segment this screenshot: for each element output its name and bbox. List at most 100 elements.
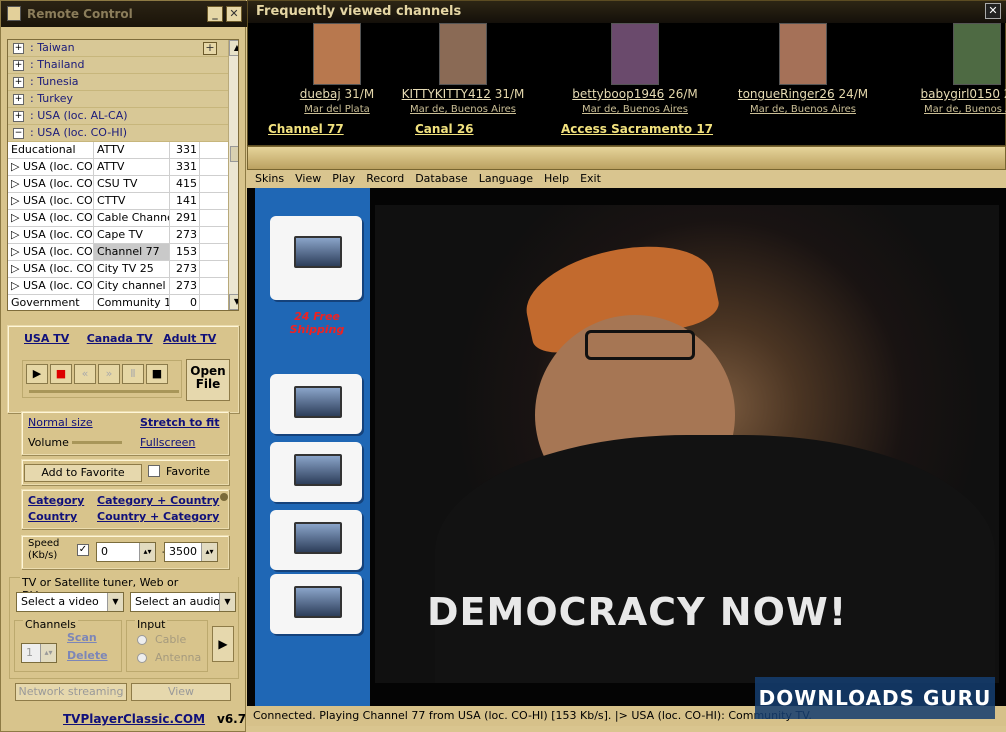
tree-node[interactable]: +: Tunesia [8,74,228,91]
category-link[interactable]: Category [28,494,84,507]
tree-node[interactable]: +: Turkey [8,91,228,108]
cable-radio[interactable] [137,635,147,645]
network-streaming-button[interactable]: Network streaming [15,683,127,701]
usa-tv-link[interactable]: USA TV [24,332,69,345]
channel-tree[interactable]: +: Taiwan +: Thailand +: Tunesia +: Turkey +… [7,39,239,311]
pause-icon[interactable]: Ⅱ [122,364,144,384]
tree-node[interactable]: +: USA (loc. AL-CA) [8,108,228,125]
channel-row[interactable]: Educational ATTV 331 [8,142,228,159]
view-button[interactable]: View [131,683,231,701]
video-frame[interactable]: DEMOCRACY NOW! [375,205,999,683]
menu-help[interactable]: Help [544,170,569,188]
play-icon[interactable]: ▶ [26,364,48,384]
category-country-link[interactable]: Category + Country [97,494,219,507]
user-photo[interactable] [313,23,361,85]
menu-language[interactable]: Language [479,170,533,188]
stretch-link[interactable]: Stretch to fit [140,416,220,429]
select-audio-dropdown[interactable]: Select an audio ▼ [130,592,236,612]
user-name-link[interactable]: tongueRinger26 [738,87,835,101]
menu-play[interactable]: Play [332,170,355,188]
channel-link-canal-26[interactable]: Canal 26 [415,122,474,136]
country-category-link[interactable]: Country + Category [97,510,219,523]
volume-slider[interactable] [72,441,122,444]
channel-row[interactable]: ▷ USA (loc. CO-HI)CTTV141 [8,193,228,210]
user-location[interactable]: Mar de, Buenos Aires [728,104,878,115]
country-link[interactable]: Country [28,510,77,523]
site-link[interactable]: TVPlayerClassic.COM [63,712,205,726]
tuner-play-icon[interactable]: ▶ [212,626,234,662]
menu-exit[interactable]: Exit [580,170,601,188]
expand-icon[interactable]: + [13,94,24,105]
scroll-up-icon[interactable]: ▲ [229,40,238,56]
close-button[interactable]: ✕ [226,6,242,22]
channel-row[interactable]: ▷ USA (loc. CO-HI)Cape TV273 [8,227,228,244]
ad-item[interactable] [270,442,362,502]
normal-size-link[interactable]: Normal size [28,416,93,429]
antenna-radio[interactable] [137,653,147,663]
channel-row[interactable]: ▷ USA (loc. CO-HI)CSU TV415 [8,176,228,193]
minimize-button[interactable]: _ [207,6,223,22]
channel-number-input[interactable]: 1 ▴▾ [21,643,57,663]
close-icon[interactable]: ✕ [985,3,1001,19]
forward-icon[interactable]: » [98,364,120,384]
user-photo[interactable] [611,23,659,85]
ad-item[interactable] [270,574,362,634]
channel-link-access-sacramento[interactable]: Access Sacramento 17 [561,122,713,136]
fullscreen-link[interactable]: Fullscreen [140,436,195,449]
speed-max-input[interactable]: 3500 ▴▾ [164,542,218,562]
collapse-icon[interactable]: − [13,128,24,139]
ad-banner[interactable]: 24 Free Shipping [255,188,370,706]
tree-scrollbar[interactable]: ▲ ▼ [228,40,238,310]
rewind-icon[interactable]: « [74,364,96,384]
channel-row[interactable]: ▷ USA (loc. CO-HI)Channel 77153 [8,244,228,261]
channel-user-card[interactable]: babygirl0150 24/M Mar de, Buenos Aires [902,23,1006,115]
tree-node[interactable]: +: Taiwan [8,40,228,57]
expand-icon[interactable]: + [13,77,24,88]
user-photo[interactable] [439,23,487,85]
channel-row[interactable]: ▷ USA (loc. CO-HI)ATTV331 [8,159,228,176]
user-photo[interactable] [953,23,1001,85]
user-name-link[interactable]: duebaj [300,87,341,101]
scan-link[interactable]: Scan [67,631,97,644]
ad-item[interactable] [270,216,362,300]
user-name-link[interactable]: bettyboop1946 [572,87,664,101]
scroll-down-icon[interactable]: ▼ [229,294,238,310]
speed-checkbox[interactable]: ✓ [77,544,89,556]
tree-node[interactable]: −: USA (loc. CO-HI) [8,125,228,142]
expand-icon[interactable]: + [13,111,24,122]
select-video-dropdown[interactable]: Select a video ▼ [16,592,124,612]
channel-row[interactable]: ▷ USA (loc. CO-HI)Cable Channel291 [8,210,228,227]
collapse-all-icon[interactable]: + [203,42,217,55]
delete-link[interactable]: Delete [67,649,108,662]
menu-view[interactable]: View [295,170,321,188]
channel-user-card[interactable]: KITTYKITTY412 31/M Mar de, Buenos Aires [388,23,538,115]
speed-min-input[interactable]: 0 ▴▾ [96,542,156,562]
menu-skins[interactable]: Skins [255,170,284,188]
favorite-checkbox[interactable] [148,465,160,477]
tree-node[interactable]: +: Thailand [8,57,228,74]
channel-user-card[interactable]: tongueRinger26 24/M Mar de, Buenos Aires [728,23,878,115]
user-photo[interactable] [779,23,827,85]
canada-tv-link[interactable]: Canada TV [87,332,153,345]
adult-tv-link[interactable]: Adult TV [163,332,216,345]
user-location[interactable]: Mar de, Buenos Aires [560,104,710,115]
record-icon[interactable]: ■ [50,364,72,384]
channel-row[interactable]: Government Community 12 0 [8,295,228,310]
seek-bar[interactable] [29,390,179,393]
ad-item[interactable] [270,374,362,434]
user-name-link[interactable]: KITTYKITTY412 [402,87,491,101]
channel-user-card[interactable]: bettyboop1946 26/M Mar de, Buenos Aires [560,23,710,115]
user-location[interactable]: Mar de, Buenos Aires [902,104,1006,115]
expand-icon[interactable]: + [13,43,24,54]
expand-icon[interactable]: + [13,60,24,71]
add-favorite-button[interactable]: Add to Favorite [24,464,142,482]
user-location[interactable]: Mar de, Buenos Aires [388,104,538,115]
menu-database[interactable]: Database [415,170,468,188]
ad-item[interactable] [270,510,362,570]
user-name-link[interactable]: babygirl0150 [921,87,1000,101]
channel-row[interactable]: ▷ USA (loc. CO-HI)City channel 26273 [8,278,228,295]
channel-link-channel-77[interactable]: Channel 77 [268,122,344,136]
menu-record[interactable]: Record [366,170,404,188]
scroll-thumb[interactable] [230,146,238,162]
stop-icon[interactable]: ■ [146,364,168,384]
